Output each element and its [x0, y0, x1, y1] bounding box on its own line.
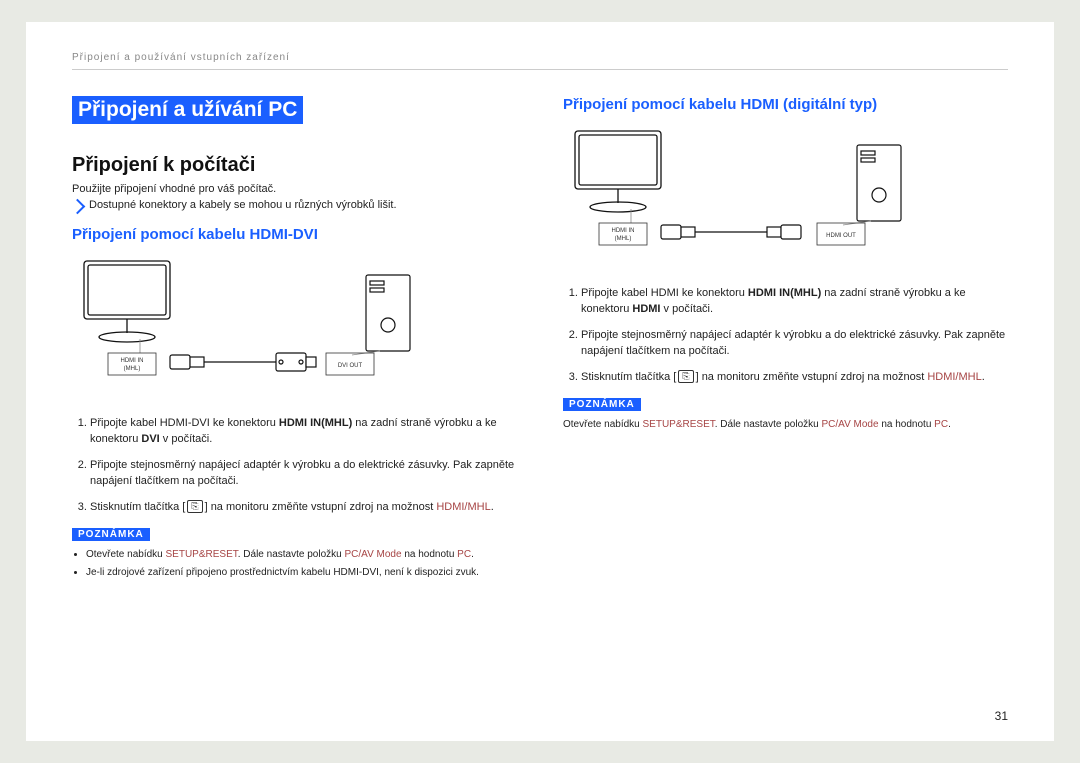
note-2: Je-li zdrojové zařízení připojeno prostř… — [86, 565, 517, 580]
note-label: POZNÁMKA — [563, 398, 641, 411]
port-label-mhl: (MHL) — [615, 236, 632, 242]
heading-connect-to-pc: Připojení k počítači — [72, 154, 517, 177]
note-1: Otevřete nabídku SETUP&RESET. Dále nasta… — [86, 547, 517, 562]
port-label-hdmi-out: HDMI OUT — [826, 233, 856, 239]
chevron-bullet-icon — [70, 199, 86, 215]
step-2: Připojte stejnosměrný napájecí adaptér k… — [581, 328, 1008, 360]
two-column-layout: Připojení a užívání PC Připojení k počít… — [72, 96, 1008, 583]
lead-text: Použijte připojení vhodné pro váš počíta… — [72, 183, 517, 195]
section-banner: Připojení a užívání PC — [72, 96, 303, 124]
diagram-hdmi-dvi: HDMI IN (MHL) — [80, 255, 517, 398]
notes-hdmi-dvi: Otevřete nabídku SETUP&RESET. Dále nasta… — [72, 547, 517, 580]
manual-page: Připojení a používání vstupních zařízení… — [26, 22, 1054, 741]
step-3: Stisknutím tlačítka [⎘] na monitoru změň… — [581, 370, 1008, 386]
heading-hdmi-digital: Připojení pomocí kabelu HDMI (digitální … — [563, 96, 1008, 113]
step-1: Připojte kabel HDMI-DVI ke konektoru HDM… — [90, 416, 517, 448]
steps-hdmi: Připojte kabel HDMI ke konektoru HDMI IN… — [563, 286, 1008, 386]
source-button-icon: ⎘ — [187, 500, 202, 513]
right-column: Připojení pomocí kabelu HDMI (digitální … — [563, 96, 1008, 583]
page-number: 31 — [995, 709, 1008, 723]
note-hdmi: Otevřete nabídku SETUP&RESET. Dále nasta… — [563, 417, 1008, 432]
info-bullet-text: Dostupné konektory a kabely se mohou u r… — [89, 199, 397, 212]
heading-hdmi-dvi: Připojení pomocí kabelu HDMI-DVI — [72, 226, 517, 243]
step-1: Připojte kabel HDMI ke konektoru HDMI IN… — [581, 286, 1008, 318]
note-label: POZNÁMKA — [72, 528, 150, 541]
left-column: Připojení a užívání PC Připojení k počít… — [72, 96, 517, 583]
info-bullet: Dostupné konektory a kabely se mohou u r… — [72, 199, 517, 212]
step-2: Připojte stejnosměrný napájecí adaptér k… — [90, 458, 517, 490]
step-3: Stisknutím tlačítka [⎘] na monitoru změň… — [90, 500, 517, 516]
port-label-dvi-out: DVI OUT — [338, 363, 363, 369]
breadcrumb: Připojení a používání vstupních zařízení — [72, 52, 1008, 70]
source-button-icon: ⎘ — [678, 370, 693, 383]
steps-hdmi-dvi: Připojte kabel HDMI-DVI ke konektoru HDM… — [72, 416, 517, 516]
diagram-hdmi: HDMI IN (MHL) — [571, 125, 1008, 268]
port-label-hdmi-in: HDMI IN — [121, 358, 144, 364]
port-label-hdmi-in: HDMI IN — [612, 228, 635, 234]
port-label-mhl: (MHL) — [124, 366, 141, 372]
